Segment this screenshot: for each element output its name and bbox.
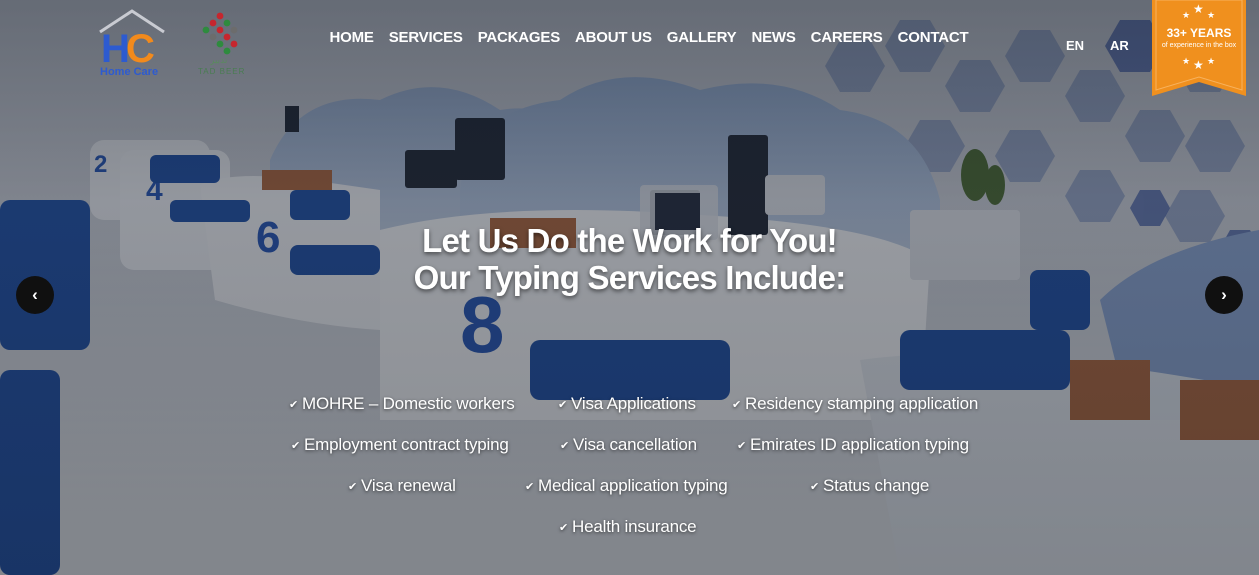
badge-star-icon: ★	[1193, 58, 1204, 72]
lang-en-link[interactable]: EN	[1066, 38, 1084, 53]
nav-services[interactable]: SERVICES	[381, 28, 470, 48]
service-label: Visa renewal	[361, 476, 456, 495]
tadbeer-text: TAD BEER	[198, 67, 245, 76]
service-label: Visa Applications	[571, 394, 696, 413]
badge-star-icon: ★	[1182, 10, 1191, 20]
tadbeer-logo[interactable]: تدبير TAD BEER	[196, 10, 248, 76]
service-label: Health insurance	[572, 517, 697, 536]
service-item: ✔ Residency stamping application	[732, 394, 978, 414]
service-item: ✔ Visa Applications	[558, 394, 696, 414]
logo-c-letter: C	[126, 27, 155, 71]
service-label: Emirates ID application typing	[750, 435, 969, 454]
service-item: ✔ Visa cancellation	[560, 435, 697, 455]
service-item: ✔ Medical application typing	[525, 476, 728, 496]
homecare-logo[interactable]: H C Home Care	[98, 8, 168, 78]
badge-star-icon: ★	[1182, 56, 1191, 66]
nav-home[interactable]: HOME	[322, 28, 381, 48]
service-label: Residency stamping application	[745, 394, 979, 413]
lang-ar-link[interactable]: AR	[1110, 38, 1129, 53]
chevron-left-icon: ‹	[32, 285, 38, 304]
main-nav: HOME SERVICES PACKAGES ABOUT US GALLERY …	[322, 28, 976, 48]
check-icon: ✔	[291, 440, 301, 452]
nav-packages[interactable]: PACKAGES	[470, 28, 567, 48]
badge-star-icon: ★	[1193, 2, 1204, 16]
tadbeer-arabic: تدبير	[209, 56, 228, 66]
service-label: Medical application typing	[538, 476, 728, 495]
hero-title-line2: Our Typing Services Include:	[413, 259, 847, 296]
nav-news[interactable]: NEWS	[744, 28, 803, 48]
nav-about-us[interactable]: ABOUT US	[568, 28, 660, 48]
service-item: ✔ Employment contract typing	[291, 435, 509, 455]
service-item: ✔ Visa renewal	[348, 476, 456, 496]
service-label: Employment contract typing	[304, 435, 509, 454]
service-label: Visa cancellation	[573, 435, 697, 454]
badge-title: 33+ YEARS	[1166, 26, 1232, 40]
nav-contact[interactable]: CONTACT	[890, 28, 976, 48]
badge-star-icon: ★	[1207, 56, 1216, 66]
chevron-right-icon: ›	[1221, 285, 1227, 304]
nav-careers[interactable]: CAREERS	[803, 28, 890, 48]
check-icon: ✔	[348, 481, 358, 493]
check-icon: ✔	[289, 399, 299, 411]
logo-homecare-text: Home Care	[100, 66, 158, 78]
nav-gallery[interactable]: GALLERY	[659, 28, 744, 48]
carousel-next-button[interactable]: ›	[1205, 276, 1243, 314]
check-icon: ✔	[559, 522, 569, 534]
service-item: ✔ MOHRE – Domestic workers	[289, 394, 515, 414]
check-icon: ✔	[737, 440, 747, 452]
badge-star-icon: ★	[1207, 10, 1216, 20]
service-item: ✔ Status change	[810, 476, 929, 496]
badge-subtitle: of experience in the box	[1161, 42, 1237, 49]
service-item: ✔ Health insurance	[559, 517, 697, 537]
service-item: ✔ Emirates ID application typing	[737, 435, 969, 455]
hero-title-line1: Let Us Do the Work for You!	[422, 222, 838, 259]
check-icon: ✔	[732, 399, 742, 411]
check-icon: ✔	[558, 399, 568, 411]
check-icon: ✔	[525, 481, 535, 493]
service-label: Status change	[823, 476, 930, 495]
service-label: MOHRE – Domestic workers	[302, 394, 515, 413]
check-icon: ✔	[560, 440, 570, 452]
check-icon: ✔	[810, 481, 820, 493]
carousel-prev-button[interactable]: ‹	[16, 276, 54, 314]
